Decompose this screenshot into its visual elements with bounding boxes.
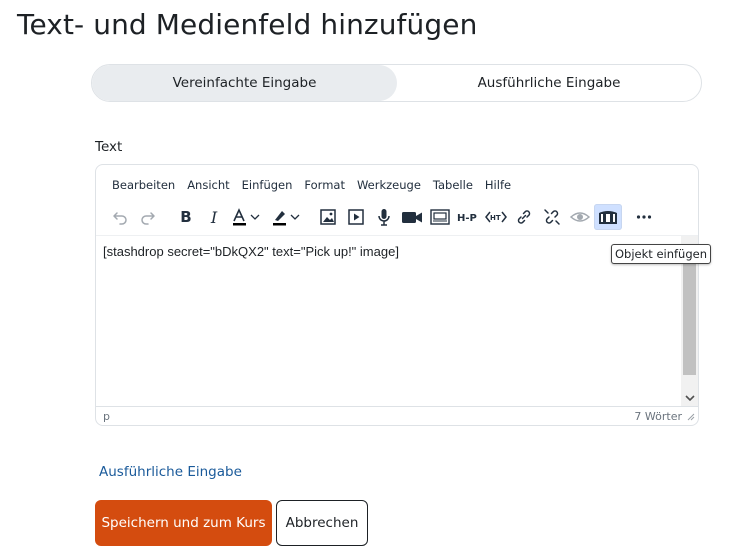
italic-icon[interactable]: I (200, 204, 228, 230)
page-title: Text- und Medienfeld hinzufügen (17, 8, 478, 41)
tab-simple-input[interactable]: Vereinfachte Eingabe (92, 65, 397, 101)
svg-text:HT: HT (490, 214, 501, 222)
editor-content[interactable]: [stashdrop secret="bDkQX2" text="Pick up… (103, 244, 399, 259)
input-mode-switch: Vereinfachte Eingabe Ausführliche Eingab… (91, 64, 702, 102)
manage-files-icon[interactable] (426, 204, 454, 230)
bold-icon[interactable]: B (172, 204, 200, 230)
scroll-down-icon[interactable] (681, 389, 698, 406)
accessibility-eye-icon[interactable] (566, 204, 594, 230)
image-icon[interactable] (314, 204, 342, 230)
highlight-color-icon[interactable] (268, 204, 308, 230)
toolbar-tooltip: Objekt einfügen (611, 244, 712, 264)
scrollbar-thumb[interactable] (683, 260, 696, 375)
menu-format[interactable]: Format (298, 176, 351, 194)
save-and-return-button[interactable]: Speichern und zum Kurs (95, 500, 272, 546)
svg-text:H-P: H-P (457, 213, 477, 224)
advanced-input-link[interactable]: Ausführliche Eingabe (99, 464, 242, 480)
menu-help[interactable]: Hilfe (479, 176, 517, 194)
record-audio-icon[interactable] (370, 204, 398, 230)
text-color-icon[interactable] (228, 204, 268, 230)
text-field-label: Text (95, 139, 123, 155)
more-icon[interactable] (630, 204, 658, 230)
menu-table[interactable]: Tabelle (427, 176, 479, 194)
redo-icon[interactable] (134, 204, 162, 230)
word-count[interactable]: 7 Wörter (634, 410, 682, 423)
editor-statusbar: p 7 Wörter (96, 406, 698, 425)
menu-view[interactable]: Ansicht (181, 176, 235, 194)
menu-edit[interactable]: Bearbeiten (106, 176, 181, 194)
html-icon[interactable]: HT (482, 204, 510, 230)
editor-content-area[interactable]: [stashdrop secret="bDkQX2" text="Pick up… (96, 235, 698, 406)
link-icon[interactable] (510, 204, 538, 230)
tab-advanced-input[interactable]: Ausführliche Eingabe (397, 65, 701, 101)
media-icon[interactable] (342, 204, 370, 230)
editor-toolbar: B I H-P HT (106, 203, 658, 231)
editor-menubar: Bearbeiten Ansicht Einfügen Format Werkz… (106, 176, 517, 194)
cancel-button[interactable]: Abbrechen (276, 500, 368, 546)
resize-handle-icon[interactable] (687, 411, 695, 424)
stash-object-icon[interactable] (594, 204, 622, 230)
undo-icon[interactable] (106, 204, 134, 230)
element-path[interactable]: p (103, 410, 110, 423)
h5p-icon[interactable]: H-P (454, 204, 482, 230)
menu-tools[interactable]: Werkzeuge (351, 176, 427, 194)
menu-insert[interactable]: Einfügen (236, 176, 299, 194)
rich-text-editor: Bearbeiten Ansicht Einfügen Format Werkz… (95, 164, 699, 426)
record-video-icon[interactable] (398, 204, 426, 230)
unlink-icon[interactable] (538, 204, 566, 230)
